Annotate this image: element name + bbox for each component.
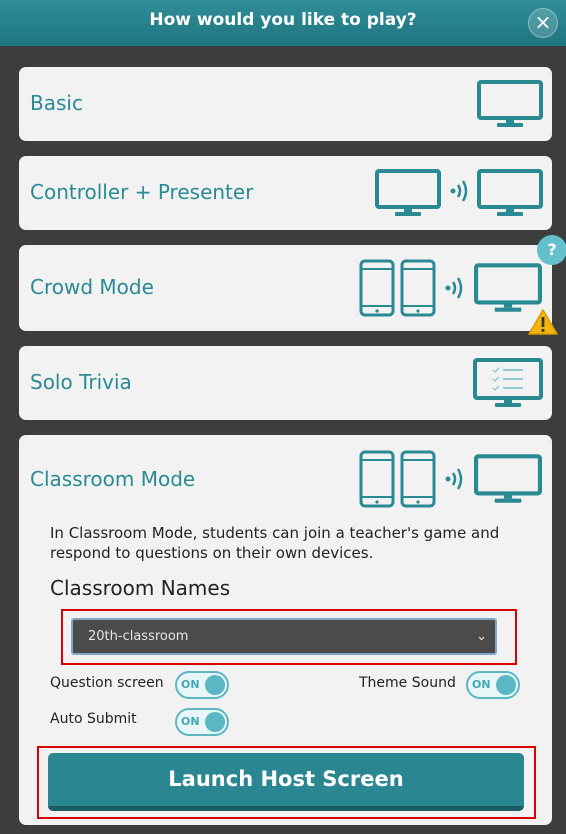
classroom-description: In Classroom Mode, students can join a t…	[50, 524, 500, 562]
mode-classroom[interactable]: Classroom Mode In Classroom Mode, studen…	[19, 435, 552, 825]
mode-basic[interactable]: Basic	[19, 67, 552, 141]
mode-label: Controller + Presenter	[30, 180, 254, 204]
wireless-signal-icon	[445, 276, 465, 300]
phone-icon	[359, 450, 395, 508]
toggle-knob	[205, 712, 225, 732]
mode-crowd[interactable]: Crowd Mode	[19, 245, 552, 331]
toggle-knob	[205, 675, 225, 695]
dialog-title: How would you like to play?	[149, 10, 417, 30]
classroom-select-value: 20th-classroom	[88, 629, 189, 644]
close-icon: ×	[534, 10, 552, 34]
question-screen-toggle[interactable]: ON	[175, 671, 229, 699]
toggle-state: ON	[181, 715, 200, 728]
monitor-icon	[477, 80, 543, 128]
mode-solo-trivia[interactable]: Solo Trivia	[19, 346, 552, 420]
toggle-knob	[496, 675, 516, 695]
toggle-state: ON	[472, 678, 491, 691]
warning-icon[interactable]	[527, 308, 559, 340]
mode-label: Basic	[30, 91, 83, 115]
theme-sound-toggle[interactable]: ON	[466, 671, 520, 699]
phone-icon	[400, 450, 436, 508]
mode-label: Solo Trivia	[30, 370, 132, 394]
wireless-signal-icon	[445, 467, 465, 491]
classroom-names-heading: Classroom Names	[50, 576, 231, 600]
close-button[interactable]: ×	[528, 8, 558, 38]
phone-icon	[359, 259, 395, 317]
mode-controller-presenter[interactable]: Controller + Presenter	[19, 156, 552, 230]
mode-label: Crowd Mode	[30, 275, 154, 299]
monitor-icon	[375, 169, 441, 217]
toggle-state: ON	[181, 678, 200, 691]
phone-icon	[400, 259, 436, 317]
checklist-monitor-icon	[473, 358, 543, 408]
theme-sound-label: Theme Sound	[359, 675, 456, 691]
question-icon[interactable]: ?	[537, 235, 566, 265]
dialog-header: How would you like to play? ×	[0, 0, 566, 46]
classroom-select[interactable]: 20th-classroom ⌄	[71, 618, 497, 655]
auto-submit-label: Auto Submit	[50, 711, 137, 727]
monitor-icon	[474, 454, 542, 504]
wireless-signal-icon	[450, 179, 470, 203]
monitor-icon	[474, 263, 542, 313]
launch-host-screen-button[interactable]: Launch Host Screen	[48, 753, 524, 811]
question-screen-label: Question screen	[50, 675, 164, 691]
mode-label: Classroom Mode	[30, 467, 196, 491]
monitor-icon	[477, 169, 543, 217]
chevron-down-icon: ⌄	[476, 629, 487, 644]
auto-submit-toggle[interactable]: ON	[175, 708, 229, 736]
